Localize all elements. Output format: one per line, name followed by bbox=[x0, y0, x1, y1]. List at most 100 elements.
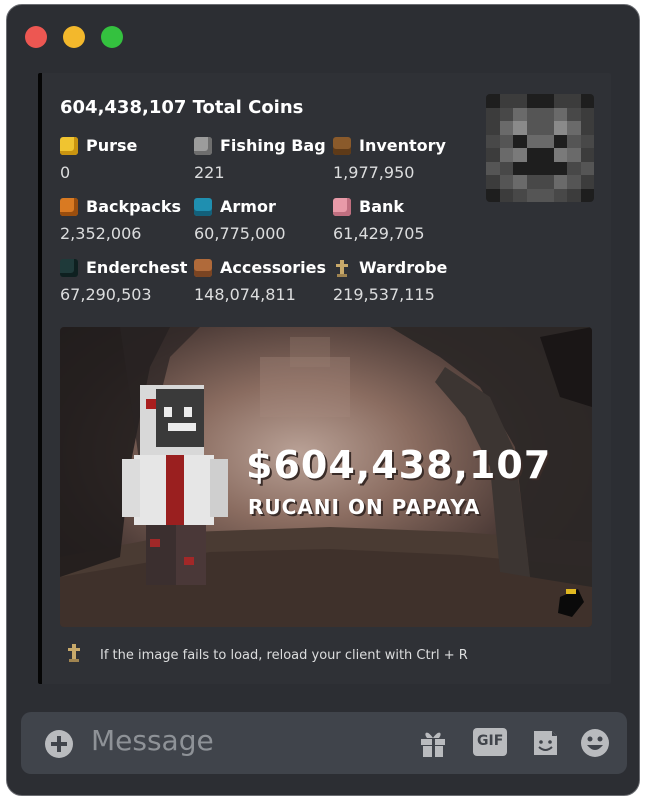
message-input[interactable]: Message bbox=[91, 724, 214, 757]
field-inventory-value: 1,977,950 bbox=[333, 163, 415, 182]
field-accessories: Accessories 148,074,811 bbox=[194, 258, 326, 304]
gif-picker-button[interactable]: GIF bbox=[473, 728, 507, 756]
field-backpacks: Backpacks 2,352,006 bbox=[60, 197, 181, 243]
field-enderchest: Enderchest 67,290,503 bbox=[60, 258, 187, 304]
field-armor: Armor 60,775,000 bbox=[194, 197, 286, 243]
field-enderchest-value: 67,290,503 bbox=[60, 285, 152, 304]
thumbnail-pixel bbox=[486, 148, 500, 162]
thumbnail-pixel bbox=[486, 161, 500, 175]
field-bank: Bank 61,429,705 bbox=[333, 197, 425, 243]
ender-chest-icon bbox=[60, 258, 78, 277]
field-accessories-value: 148,074,811 bbox=[194, 285, 296, 304]
thumbnail-pixel bbox=[499, 161, 513, 175]
field-armor-label: Armor bbox=[220, 197, 276, 216]
app-window: 604,438,107 Total Coins Purse 0 Fishing … bbox=[6, 4, 640, 796]
thumbnail-pixel bbox=[553, 107, 567, 121]
thumbnail-pixel bbox=[540, 161, 554, 175]
field-wardrobe-label: Wardrobe bbox=[359, 258, 448, 277]
close-window-button[interactable] bbox=[25, 26, 47, 48]
thumbnail-pixel bbox=[580, 94, 594, 108]
networth-banner-image[interactable]: $604,438,107 RUCANI ON PAPAYA bbox=[60, 327, 592, 627]
add-attachment-icon[interactable] bbox=[45, 730, 73, 758]
embed-footer: If the image fails to load, reload your … bbox=[66, 643, 468, 667]
maximize-window-button[interactable] bbox=[101, 26, 123, 48]
thumbnail-pixel bbox=[540, 134, 554, 148]
thumbnail-pixel bbox=[567, 121, 581, 135]
thumbnail-pixel bbox=[567, 188, 581, 202]
field-backpacks-value: 2,352,006 bbox=[60, 224, 142, 243]
thumbnail-pixel bbox=[499, 121, 513, 135]
thumbnail-pixel bbox=[580, 134, 594, 148]
thumbnail-pixel bbox=[540, 107, 554, 121]
thumbnail-pixel bbox=[567, 148, 581, 162]
sticker-icon[interactable] bbox=[529, 727, 561, 759]
thumbnail-pixel bbox=[499, 188, 513, 202]
thumbnail-pixel bbox=[526, 121, 540, 135]
field-inventory-label: Inventory bbox=[359, 136, 446, 155]
thumbnail-pixel bbox=[526, 175, 540, 189]
player-skin-thumbnail[interactable] bbox=[486, 94, 594, 202]
thumbnail-pixel bbox=[540, 121, 554, 135]
thumbnail-pixel bbox=[540, 94, 554, 108]
thumbnail-pixel bbox=[540, 188, 554, 202]
thumbnail-pixel bbox=[499, 94, 513, 108]
gif-label: GIF bbox=[477, 733, 504, 749]
field-purse-value: 0 bbox=[60, 163, 71, 182]
thumbnail-pixel bbox=[540, 148, 554, 162]
thumbnail-pixel bbox=[567, 161, 581, 175]
field-purse-label: Purse bbox=[86, 136, 138, 155]
emoji-picker-icon[interactable] bbox=[579, 727, 611, 759]
thumbnail-pixel bbox=[486, 107, 500, 121]
thumbnail-pixel bbox=[567, 175, 581, 189]
thumbnail-pixel bbox=[526, 94, 540, 108]
field-wardrobe: Wardrobe 219,537,115 bbox=[333, 258, 447, 304]
gift-icon[interactable] bbox=[417, 727, 449, 759]
thumbnail-pixel bbox=[486, 134, 500, 148]
field-bank-value: 61,429,705 bbox=[333, 224, 425, 243]
thumbnail-pixel bbox=[553, 175, 567, 189]
piggy-bank-icon bbox=[333, 197, 351, 216]
thumbnail-pixel bbox=[499, 134, 513, 148]
thumbnail-pixel bbox=[567, 107, 581, 121]
thumbnail-pixel bbox=[580, 107, 594, 121]
thumbnail-pixel bbox=[526, 188, 540, 202]
thumbnail-pixel bbox=[580, 121, 594, 135]
footer-text: If the image fails to load, reload your … bbox=[100, 647, 468, 663]
thumbnail-pixel bbox=[513, 148, 527, 162]
thumbnail-pixel bbox=[499, 175, 513, 189]
thumbnail-pixel bbox=[486, 175, 500, 189]
thumbnail-pixel bbox=[486, 121, 500, 135]
thumbnail-pixel bbox=[499, 107, 513, 121]
thumbnail-pixel bbox=[513, 134, 527, 148]
thumbnail-pixel bbox=[553, 121, 567, 135]
thumbnail-pixel bbox=[553, 148, 567, 162]
thumbnail-pixel bbox=[513, 188, 527, 202]
thumbnail-pixel bbox=[567, 94, 581, 108]
gold-ingot-icon bbox=[60, 136, 78, 155]
field-bank-label: Bank bbox=[359, 197, 405, 216]
thumbnail-pixel bbox=[513, 121, 527, 135]
thumbnail-pixel bbox=[499, 148, 513, 162]
fishing-bag-icon bbox=[194, 136, 212, 155]
field-enderchest-label: Enderchest bbox=[86, 258, 188, 277]
thumbnail-pixel bbox=[526, 161, 540, 175]
thumbnail-pixel bbox=[513, 175, 527, 189]
field-armor-value: 60,775,000 bbox=[194, 224, 286, 243]
field-wardrobe-value: 219,537,115 bbox=[333, 285, 435, 304]
backpack-icon bbox=[60, 197, 78, 216]
thumbnail-pixel bbox=[513, 161, 527, 175]
field-accessories-label: Accessories bbox=[220, 258, 326, 277]
thumbnail-pixel bbox=[553, 94, 567, 108]
message-composer[interactable]: Message GIF bbox=[21, 712, 627, 774]
chest-icon bbox=[333, 136, 351, 155]
banner-player-name: RUCANI ON PAPAYA bbox=[248, 495, 481, 519]
armor-stand-footer-icon bbox=[66, 643, 82, 667]
thumbnail-pixel bbox=[553, 161, 567, 175]
field-fishing-bag: Fishing Bag 221 bbox=[194, 136, 326, 182]
armor-stand-icon bbox=[333, 259, 351, 277]
minimize-window-button[interactable] bbox=[63, 26, 85, 48]
thumbnail-pixel bbox=[567, 134, 581, 148]
embed-title: 604,438,107 Total Coins bbox=[60, 97, 304, 118]
field-fishing-bag-value: 221 bbox=[194, 163, 225, 182]
thumbnail-pixel bbox=[513, 94, 527, 108]
